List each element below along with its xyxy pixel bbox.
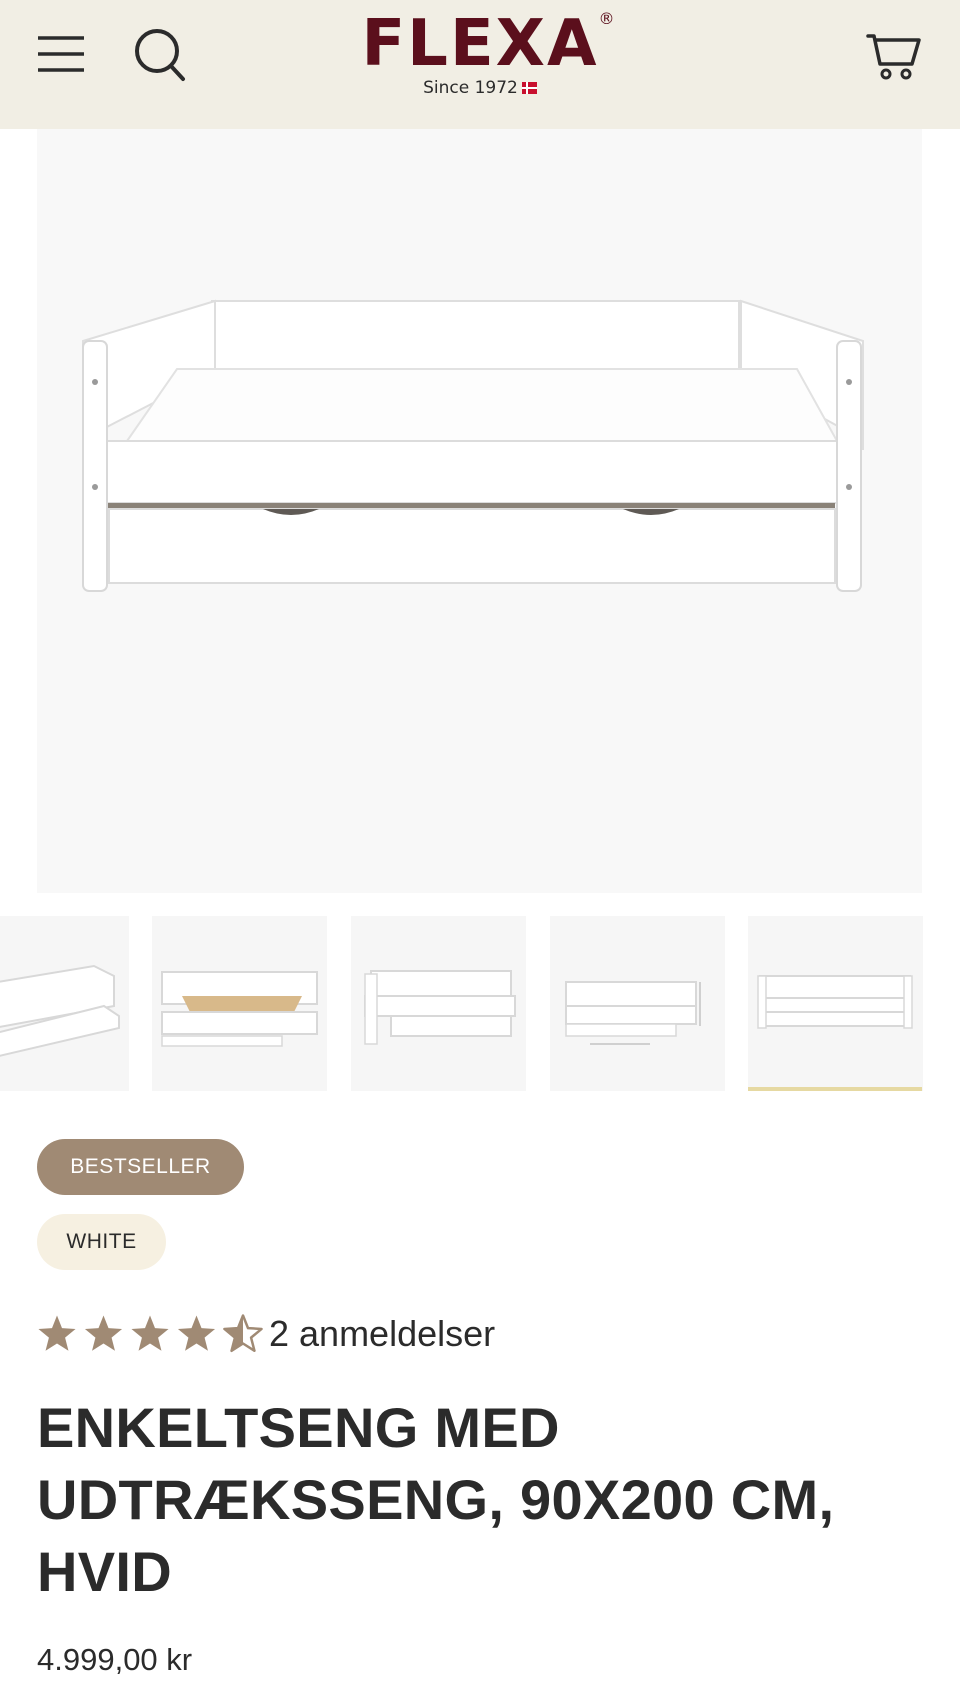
thumbnail-image [364,970,516,1045]
bestseller-badge: BESTSELLER [37,1139,244,1195]
search-icon [135,29,185,81]
active-thumbnail-indicator [748,1087,922,1091]
thumbnail-image [565,981,701,1045]
logo-text: FLEXA [361,7,599,81]
product-thumbnails [0,916,960,1092]
hamburger-menu-icon [38,36,84,72]
thumbnail-image [757,975,913,1029]
thumbnail-2[interactable] [152,916,327,1091]
bed-illustration [82,299,864,592]
rating-star-icon [38,1315,76,1351]
rating-star-icon [84,1315,123,1351]
color-badge: WHITE [37,1214,166,1270]
site-logo[interactable]: FLEXA ® Since 1972 [335,8,625,108]
danish-flag-icon [521,82,537,94]
search-button[interactable] [134,28,186,82]
review-count[interactable]: 2 anmeldelser [269,1312,495,1356]
thumbnail-image [0,964,120,1057]
shopping-cart-icon [866,34,921,80]
rating-star-icon [223,1314,263,1353]
product-main-image[interactable] [37,129,922,893]
rating-star-icon [131,1315,169,1351]
product-price: 4.999,00 kr [37,1642,193,1677]
thumbnail-image [161,971,318,1047]
thumbnail-3[interactable] [351,916,526,1091]
product-title: ENKELTSENG MED UDTRÆKSSENG, 90X200 CM, H… [37,1396,835,1603]
rating-stars [38,1314,263,1353]
logo-registered-mark: ® [598,9,617,28]
thumbnail-5[interactable] [748,916,923,1091]
logo-tagline: Since 1972 [423,78,518,98]
thumbnail-1[interactable] [0,916,129,1091]
thumbnail-4[interactable] [550,916,725,1091]
site-header: FLEXA ® Since 1972 [0,0,960,129]
menu-button[interactable] [36,34,86,74]
rating-star-icon [177,1315,216,1351]
cart-button[interactable] [866,30,922,82]
